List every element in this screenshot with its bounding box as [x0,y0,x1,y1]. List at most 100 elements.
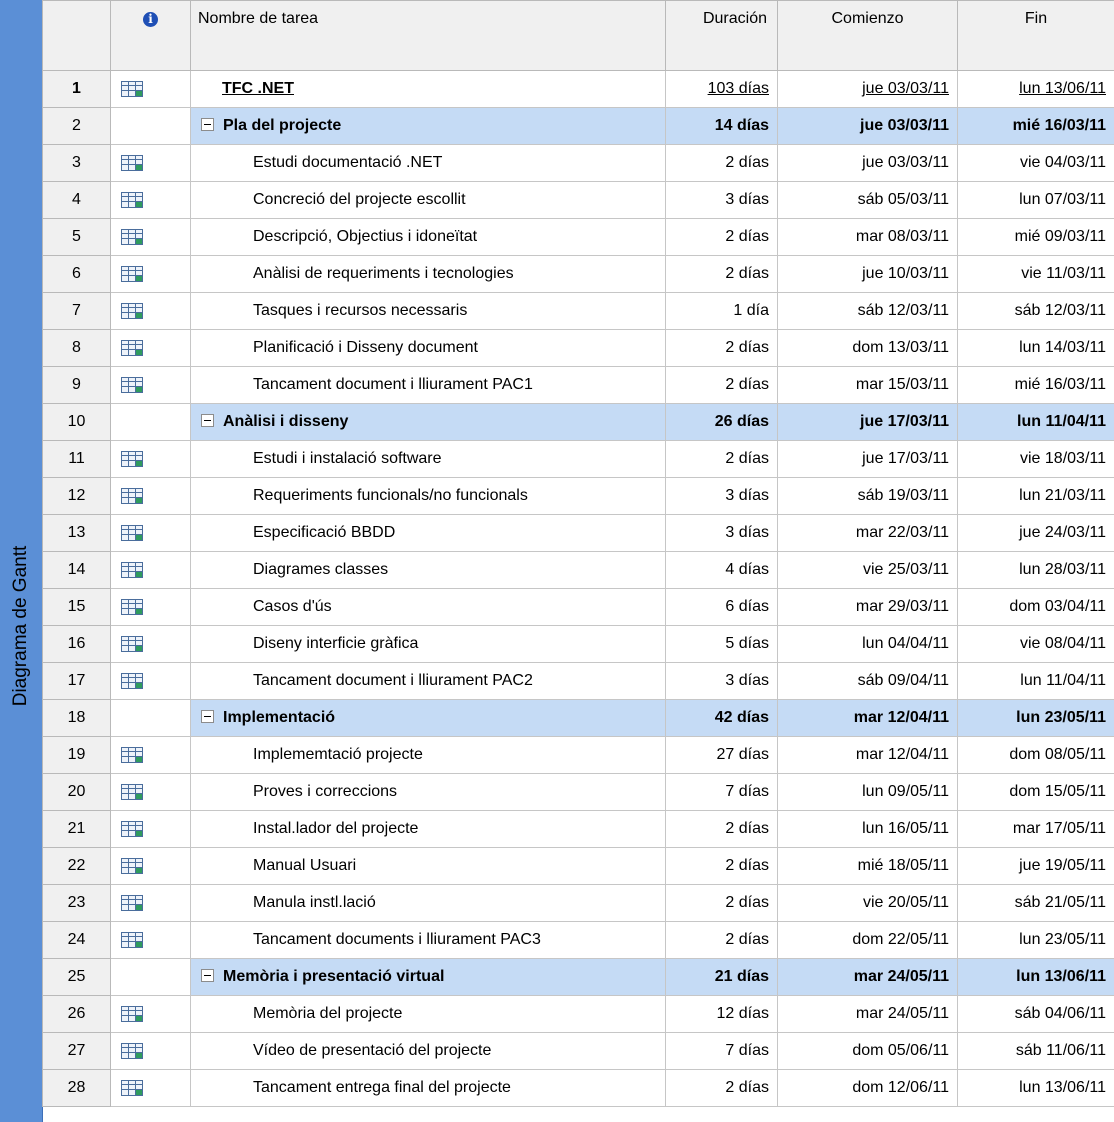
select-all-corner[interactable] [42,0,111,71]
finish-cell[interactable]: dom 15/05/11 [957,773,1114,811]
task-name-cell[interactable]: Tancament entrega final del projecte [190,1069,666,1107]
finish-cell[interactable]: dom 03/04/11 [957,588,1114,626]
start-cell[interactable]: dom 22/05/11 [777,921,958,959]
task-name-cell[interactable]: Instal.lador del projecte [190,810,666,848]
row-number[interactable]: 12 [42,477,111,515]
indicator-cell[interactable] [110,218,191,256]
row-number[interactable]: 24 [42,921,111,959]
row-number[interactable]: 27 [42,1032,111,1070]
row-number[interactable]: 23 [42,884,111,922]
duration-cell[interactable]: 27 días [665,736,778,774]
indicator-cell[interactable] [110,514,191,552]
row-number[interactable]: 8 [42,329,111,367]
task-name-cell[interactable]: Estudi documentació .NET [190,144,666,182]
start-cell[interactable]: dom 12/06/11 [777,1069,958,1107]
finish-cell[interactable]: lun 13/06/11 [957,70,1114,108]
duration-cell[interactable]: 2 días [665,255,778,293]
collapse-icon[interactable] [201,414,214,427]
row-number[interactable]: 21 [42,810,111,848]
task-name-cell[interactable]: Diagrames classes [190,551,666,589]
start-cell[interactable]: jue 17/03/11 [777,403,958,441]
indicator-cell[interactable] [110,921,191,959]
duration-cell[interactable]: 14 días [665,107,778,145]
start-cell[interactable]: mié 18/05/11 [777,847,958,885]
finish-cell[interactable]: sáb 21/05/11 [957,884,1114,922]
start-cell[interactable]: jue 17/03/11 [777,440,958,478]
finish-column-header[interactable]: Fin [957,0,1114,71]
finish-cell[interactable]: mié 16/03/11 [957,107,1114,145]
finish-cell[interactable]: vie 08/04/11 [957,625,1114,663]
start-cell[interactable]: mar 24/05/11 [777,995,958,1033]
table-row[interactable]: 4 Concreció del projecte escollit 3 días sá… [42,181,1114,219]
finish-cell[interactable]: sáb 11/06/11 [957,1032,1114,1070]
indicator-cell[interactable] [110,1032,191,1070]
indicator-cell[interactable] [110,736,191,774]
start-cell[interactable]: sáb 19/03/11 [777,477,958,515]
collapse-icon[interactable] [201,118,214,131]
row-number[interactable]: 17 [42,662,111,700]
start-cell[interactable]: vie 20/05/11 [777,884,958,922]
task-name-cell[interactable]: Estudi i instalació software [190,440,666,478]
task-name-cell[interactable]: Manual Usuari [190,847,666,885]
finish-cell[interactable]: vie 11/03/11 [957,255,1114,293]
collapse-icon[interactable] [201,969,214,982]
indicator-cell[interactable] [110,403,191,441]
duration-cell[interactable]: 2 días [665,440,778,478]
table-row[interactable]: 2 Pla del projecte 14 días jue 03/03/11 mié … [42,107,1114,145]
task-name-cell[interactable]: Vídeo de presentació del projecte [190,1032,666,1070]
indicator-cell[interactable] [110,884,191,922]
finish-cell[interactable]: lun 11/04/11 [957,662,1114,700]
start-cell[interactable]: mar 12/04/11 [777,699,958,737]
indicator-cell[interactable] [110,773,191,811]
duration-cell[interactable]: 3 días [665,662,778,700]
finish-cell[interactable]: mié 09/03/11 [957,218,1114,256]
row-number[interactable]: 16 [42,625,111,663]
duration-cell[interactable]: 6 días [665,588,778,626]
indicator-cell[interactable] [110,995,191,1033]
finish-cell[interactable]: vie 04/03/11 [957,144,1114,182]
row-number[interactable]: 14 [42,551,111,589]
task-name-cell[interactable]: Tasques i recursos necessaris [190,292,666,330]
task-name-cell[interactable]: Casos d'ús [190,588,666,626]
duration-cell[interactable]: 2 días [665,144,778,182]
indicator-cell[interactable] [110,70,191,108]
table-row[interactable]: 22 Manual Usuari 2 días mié 18/05/11 jue 19/… [42,847,1114,885]
start-cell[interactable]: jue 03/03/11 [777,107,958,145]
duration-cell[interactable]: 2 días [665,847,778,885]
finish-cell[interactable]: mié 16/03/11 [957,366,1114,404]
duration-cell[interactable]: 2 días [665,884,778,922]
indicator-cell[interactable] [110,366,191,404]
start-cell[interactable]: lun 04/04/11 [777,625,958,663]
row-number[interactable]: 3 [42,144,111,182]
indicator-cell[interactable] [110,107,191,145]
start-cell[interactable]: sáb 12/03/11 [777,292,958,330]
indicator-cell[interactable] [110,699,191,737]
task-name-cell[interactable]: Anàlisi i disseny [190,403,666,441]
table-row[interactable]: 19 Implememtació projecte 27 días mar 12/04… [42,736,1114,774]
row-number[interactable]: 4 [42,181,111,219]
finish-cell[interactable]: lun 07/03/11 [957,181,1114,219]
duration-cell[interactable]: 2 días [665,810,778,848]
duration-cell[interactable]: 3 días [665,514,778,552]
indicator-cell[interactable] [110,588,191,626]
table-row[interactable]: 25 Memòria i presentació virtual 21 días ma… [42,958,1114,996]
table-row[interactable]: 14 Diagrames classes 4 días vie 25/03/11 lun… [42,551,1114,589]
indicator-cell[interactable] [110,810,191,848]
start-cell[interactable]: mar 15/03/11 [777,366,958,404]
task-name-cell[interactable]: Memòria i presentació virtual [190,958,666,996]
duration-cell[interactable]: 2 días [665,366,778,404]
finish-cell[interactable]: jue 19/05/11 [957,847,1114,885]
duration-cell[interactable]: 7 días [665,1032,778,1070]
row-number[interactable]: 5 [42,218,111,256]
start-cell[interactable]: mar 08/03/11 [777,218,958,256]
table-row[interactable]: 7 Tasques i recursos necessaris 1 día sáb 1… [42,292,1114,330]
row-number[interactable]: 7 [42,292,111,330]
table-row[interactable]: 20 Proves i correccions 7 días lun 09/05/11… [42,773,1114,811]
indicator-cell[interactable] [110,181,191,219]
finish-cell[interactable]: mar 17/05/11 [957,810,1114,848]
row-number[interactable]: 25 [42,958,111,996]
row-number[interactable]: 9 [42,366,111,404]
task-name-cell[interactable]: Especificació BBDD [190,514,666,552]
task-name-cell[interactable]: Manula instl.lació [190,884,666,922]
row-number[interactable]: 20 [42,773,111,811]
